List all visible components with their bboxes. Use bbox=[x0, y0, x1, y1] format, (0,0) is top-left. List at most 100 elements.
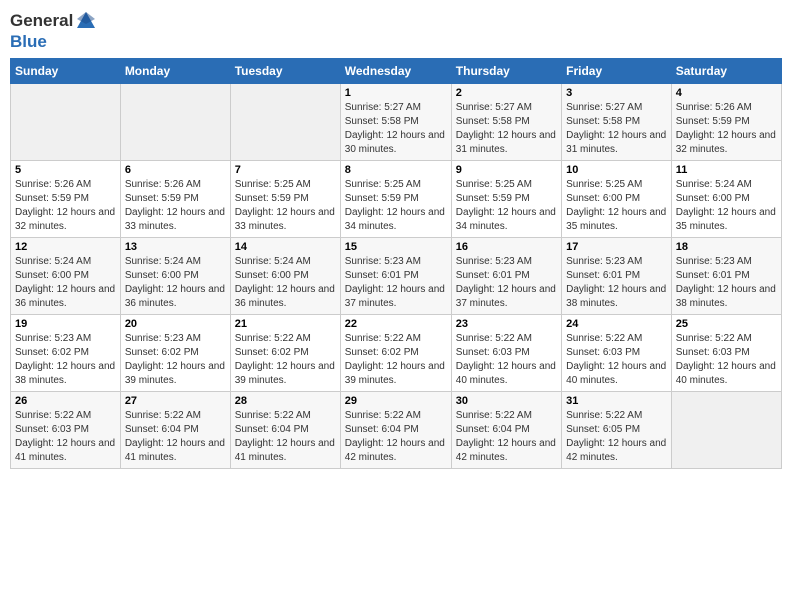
cell-content: Daylight: 12 hours and 36 minutes. bbox=[235, 283, 336, 311]
cell-content: Sunset: 6:02 PM bbox=[235, 346, 336, 360]
cell-content: Daylight: 12 hours and 41 minutes. bbox=[125, 437, 226, 465]
cell-content: Daylight: 12 hours and 38 minutes. bbox=[566, 283, 667, 311]
cell-content: Sunrise: 5:25 AM bbox=[345, 178, 447, 192]
cell-content: Sunset: 6:03 PM bbox=[676, 346, 777, 360]
cell-content: Daylight: 12 hours and 36 minutes. bbox=[125, 283, 226, 311]
cell-content: Daylight: 12 hours and 39 minutes. bbox=[235, 360, 336, 388]
cell-content: Sunrise: 5:22 AM bbox=[345, 332, 447, 346]
cell-content: Sunset: 6:01 PM bbox=[566, 269, 667, 283]
cell-content: Sunset: 6:04 PM bbox=[125, 423, 226, 437]
cell-content: Sunrise: 5:22 AM bbox=[235, 332, 336, 346]
cell-content: Daylight: 12 hours and 42 minutes. bbox=[566, 437, 667, 465]
day-number: 4 bbox=[676, 87, 777, 99]
calendar-cell: 9Sunrise: 5:25 AMSunset: 5:59 PMDaylight… bbox=[451, 161, 561, 238]
cell-content: Sunset: 5:59 PM bbox=[235, 192, 336, 206]
day-number: 5 bbox=[15, 164, 116, 176]
cell-content: Daylight: 12 hours and 42 minutes. bbox=[345, 437, 447, 465]
calendar-cell: 12Sunrise: 5:24 AMSunset: 6:00 PMDayligh… bbox=[11, 238, 121, 315]
cell-content: Daylight: 12 hours and 40 minutes. bbox=[456, 360, 557, 388]
calendar-cell: 3Sunrise: 5:27 AMSunset: 5:58 PMDaylight… bbox=[562, 84, 672, 161]
cell-content: Sunset: 5:59 PM bbox=[456, 192, 557, 206]
cell-content: Sunset: 6:04 PM bbox=[456, 423, 557, 437]
cell-content: Sunset: 6:01 PM bbox=[456, 269, 557, 283]
calendar-cell: 4Sunrise: 5:26 AMSunset: 5:59 PMDaylight… bbox=[671, 84, 781, 161]
cell-content: Sunrise: 5:25 AM bbox=[456, 178, 557, 192]
cell-content: Sunrise: 5:22 AM bbox=[566, 409, 667, 423]
day-number: 14 bbox=[235, 241, 336, 253]
cell-content: Sunset: 5:58 PM bbox=[456, 115, 557, 129]
cell-content: Sunrise: 5:23 AM bbox=[125, 332, 226, 346]
calendar-cell bbox=[120, 84, 230, 161]
calendar-cell: 30Sunrise: 5:22 AMSunset: 6:04 PMDayligh… bbox=[451, 392, 561, 469]
calendar-cell: 19Sunrise: 5:23 AMSunset: 6:02 PMDayligh… bbox=[11, 315, 121, 392]
cell-content: Sunset: 6:00 PM bbox=[125, 269, 226, 283]
calendar-table: SundayMondayTuesdayWednesdayThursdayFrid… bbox=[10, 58, 782, 469]
day-number: 2 bbox=[456, 87, 557, 99]
cell-content: Sunrise: 5:22 AM bbox=[566, 332, 667, 346]
calendar-cell: 13 Sunrise: 5:24 AMSunset: 6:00 PMDayligh… bbox=[120, 238, 230, 315]
calendar-cell bbox=[11, 84, 121, 161]
cell-content: Daylight: 12 hours and 40 minutes. bbox=[566, 360, 667, 388]
cell-content: Sunrise: 5:23 AM bbox=[456, 255, 557, 269]
day-header-monday: Monday bbox=[120, 59, 230, 84]
day-number: 3 bbox=[566, 87, 667, 99]
day-number: 26 bbox=[15, 395, 116, 407]
day-number: 31 bbox=[566, 395, 667, 407]
calendar-week-row: 1 Sunrise: 5:27 AM Sunset: 5:58 PM Daylight… bbox=[11, 84, 782, 161]
cell-content: Sunrise: 5:22 AM bbox=[456, 332, 557, 346]
cell-content: Sunset: 6:05 PM bbox=[566, 423, 667, 437]
cell-content: Sunrise: 5:26 AM bbox=[15, 178, 116, 192]
cell-content: Sunset: 6:00 PM bbox=[566, 192, 667, 206]
cell-content: Sunset: 6:00 PM bbox=[15, 269, 116, 283]
day-number: 29 bbox=[345, 395, 447, 407]
day-header-tuesday: Tuesday bbox=[230, 59, 340, 84]
cell-content: Sunrise: 5:22 AM bbox=[456, 409, 557, 423]
day-number: 6 bbox=[125, 164, 226, 176]
calendar-cell: 28Sunrise: 5:22 AMSunset: 6:04 PMDayligh… bbox=[230, 392, 340, 469]
day-number: 12 bbox=[15, 241, 116, 253]
cell-content: Daylight: 12 hours and 41 minutes. bbox=[235, 437, 336, 465]
cell-content: Sunset: 6:00 PM bbox=[235, 269, 336, 283]
day-number: 13 bbox=[125, 241, 226, 253]
cell-content: Sunrise: 5:23 AM bbox=[345, 255, 447, 269]
logo: General Blue bbox=[10, 10, 97, 52]
calendar-week-row: 19Sunrise: 5:23 AMSunset: 6:02 PMDayligh… bbox=[11, 315, 782, 392]
calendar-cell: 25Sunrise: 5:22 AMSunset: 6:03 PMDayligh… bbox=[671, 315, 781, 392]
calendar-cell: 20Sunrise: 5:23 AMSunset: 6:02 PMDayligh… bbox=[120, 315, 230, 392]
cell-content: Sunset: 6:00 PM bbox=[676, 192, 777, 206]
cell-content: Daylight: 12 hours and 30 minutes. bbox=[345, 129, 447, 157]
calendar-cell: 2Sunrise: 5:27 AMSunset: 5:58 PMDaylight… bbox=[451, 84, 561, 161]
cell-content: Sunset: 6:03 PM bbox=[15, 423, 116, 437]
calendar-cell: 14 Sunrise: 5:24 AMSunset: 6:00 PMDayligh… bbox=[230, 238, 340, 315]
day-header-wednesday: Wednesday bbox=[340, 59, 451, 84]
cell-content: Sunrise: 5:24 AM bbox=[125, 255, 226, 269]
day-number: 16 bbox=[456, 241, 557, 253]
cell-content: Daylight: 12 hours and 34 minutes. bbox=[345, 206, 447, 234]
cell-content: Sunset: 6:02 PM bbox=[125, 346, 226, 360]
calendar-cell: 21Sunrise: 5:22 AMSunset: 6:02 PMDayligh… bbox=[230, 315, 340, 392]
cell-content: Daylight: 12 hours and 37 minutes. bbox=[456, 283, 557, 311]
logo-icon bbox=[75, 10, 97, 32]
calendar-week-row: 12Sunrise: 5:24 AMSunset: 6:00 PMDayligh… bbox=[11, 238, 782, 315]
calendar-header-row: SundayMondayTuesdayWednesdayThursdayFrid… bbox=[11, 59, 782, 84]
day-number: 17 bbox=[566, 241, 667, 253]
day-number: 25 bbox=[676, 318, 777, 330]
cell-content: Sunset: 5:59 PM bbox=[676, 115, 777, 129]
day-number: 8 bbox=[345, 164, 447, 176]
cell-content: Sunset: 6:01 PM bbox=[676, 269, 777, 283]
cell-content: Sunset: 6:01 PM bbox=[345, 269, 447, 283]
cell-content: Daylight: 12 hours and 34 minutes. bbox=[456, 206, 557, 234]
cell-content: Sunset: 6:04 PM bbox=[235, 423, 336, 437]
calendar-cell: 8Sunrise: 5:25 AMSunset: 5:59 PMDaylight… bbox=[340, 161, 451, 238]
cell-content: Sunrise: 5:25 AM bbox=[566, 178, 667, 192]
cell-content: Sunset: 6:03 PM bbox=[566, 346, 667, 360]
cell-content: Sunrise: 5:27 AM bbox=[345, 101, 447, 115]
day-number: 15 bbox=[345, 241, 447, 253]
cell-content: Sunrise: 5:24 AM bbox=[235, 255, 336, 269]
cell-content: Sunset: 5:59 PM bbox=[15, 192, 116, 206]
cell-content: Daylight: 12 hours and 32 minutes. bbox=[676, 129, 777, 157]
cell-content: Daylight: 12 hours and 32 minutes. bbox=[15, 206, 116, 234]
cell-content: Sunrise: 5:26 AM bbox=[125, 178, 226, 192]
day-number: 18 bbox=[676, 241, 777, 253]
day-number: 1 bbox=[345, 87, 447, 99]
